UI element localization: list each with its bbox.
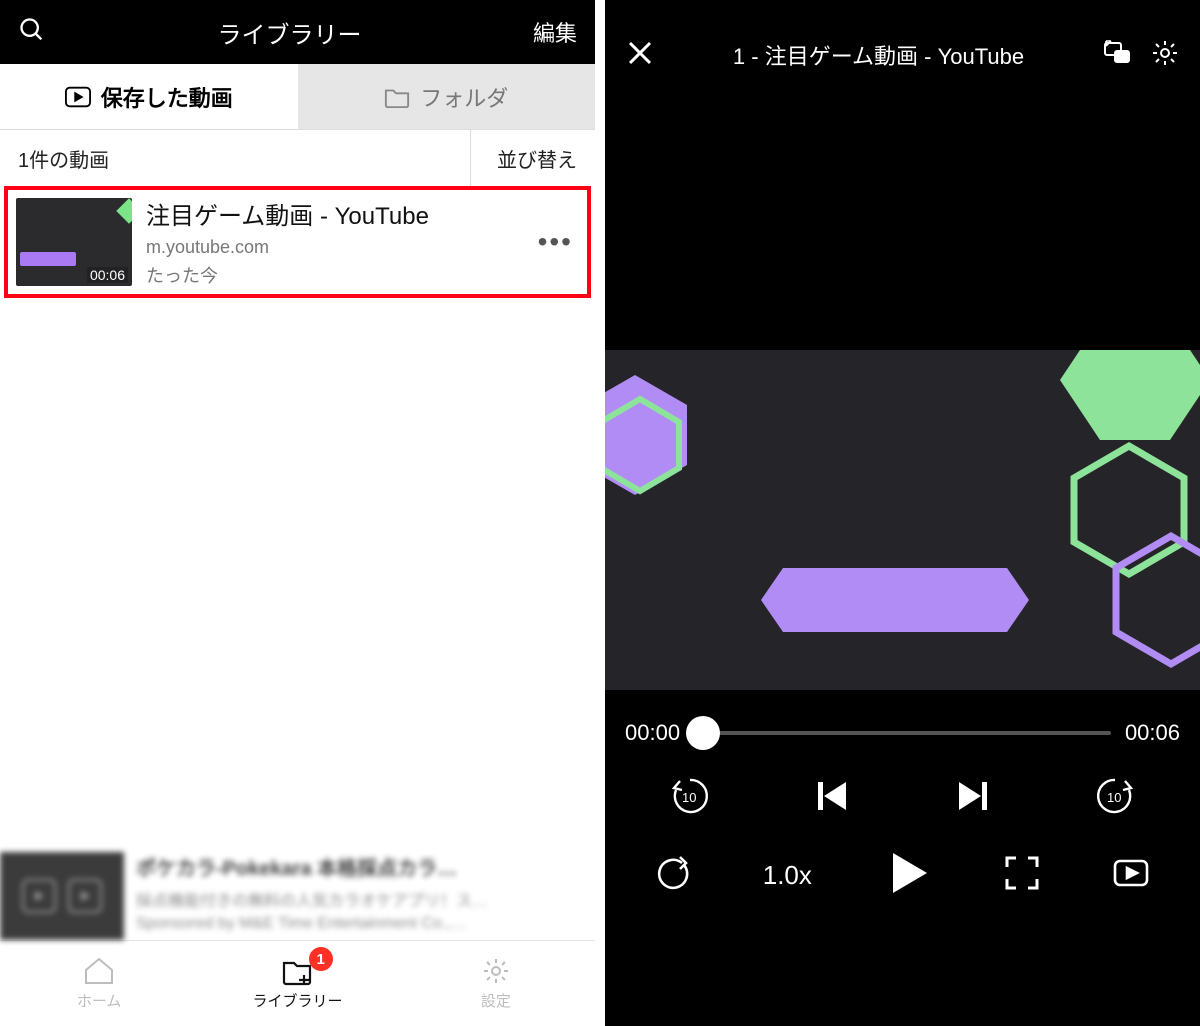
fullscreen-icon[interactable]	[1002, 853, 1042, 898]
library-pane: ライブラリー 編集 保存した動画 フォルダ 1件の動画 並び替え 00:06 注…	[0, 0, 595, 1026]
repeat-icon[interactable]	[654, 853, 694, 898]
page-title: ライブラリー	[217, 15, 361, 50]
ad-thumbnail	[0, 852, 124, 940]
seek-bar[interactable]	[694, 731, 1111, 735]
tab-saved-videos[interactable]: 保存した動画	[0, 64, 298, 129]
play-icon[interactable]	[881, 847, 933, 904]
forward-10-icon[interactable]: 10	[1093, 774, 1137, 823]
next-track-icon[interactable]	[951, 774, 995, 823]
ad-title: ポケカラ-Pokekara 本格採点カラ…	[136, 852, 585, 881]
ad-sponsor: Sponsored by M&E Time Entertainment Co.,…	[136, 915, 585, 933]
close-icon[interactable]	[625, 38, 655, 73]
tab-saved-label: 保存した動画	[101, 81, 233, 113]
search-icon[interactable]	[18, 16, 46, 49]
video-list-item[interactable]: 00:06 注目ゲーム動画 - YouTube m.youtube.com たっ…	[4, 186, 591, 298]
seek-knob[interactable]	[686, 716, 720, 750]
playback-speed[interactable]: 1.0x	[763, 860, 812, 891]
nav-library-label: ライブラリー	[252, 990, 342, 1011]
video-source: m.youtube.com	[146, 237, 518, 258]
video-duration: 00:06	[87, 267, 128, 283]
playlist-icon[interactable]	[1111, 853, 1151, 898]
player-title: 1 - 注目ゲーム動画 - YouTube	[733, 39, 1024, 71]
edit-button[interactable]: 編集	[533, 16, 577, 48]
prev-track-icon[interactable]	[810, 774, 854, 823]
rewind-10-icon[interactable]: 10	[668, 774, 712, 823]
nav-settings-label: 設定	[481, 990, 511, 1011]
ad-desc: 採点機能付きの無料の人気カラオケアプリ！ス…	[136, 887, 585, 911]
sort-button[interactable]: 並び替え	[470, 130, 577, 186]
player-pane: 1 - 注目ゲーム動画 - YouTube 00:00 00:06 10	[605, 0, 1200, 1026]
time-total: 00:06	[1125, 720, 1180, 746]
video-thumbnail: 00:06	[16, 198, 132, 286]
tab-folder-label: フォルダ	[420, 81, 508, 113]
nav-badge: 1	[309, 947, 333, 971]
nav-settings[interactable]: 設定	[397, 941, 595, 1026]
gear-icon[interactable]	[1150, 38, 1180, 73]
nav-home-label: ホーム	[77, 990, 122, 1011]
video-title: 注目ゲーム動画 - YouTube	[146, 196, 518, 231]
controls-secondary: 1.0x	[605, 841, 1200, 924]
bottom-nav: ホーム 1 ライブラリー 設定	[0, 940, 595, 1026]
tab-folder[interactable]: フォルダ	[298, 64, 596, 129]
video-count: 1件の動画	[18, 144, 109, 173]
video-timestamp: たった今	[146, 262, 518, 288]
progress-row: 00:00 00:06	[605, 690, 1200, 756]
more-icon[interactable]: •••	[532, 226, 579, 258]
video-meta: 注目ゲーム動画 - YouTube m.youtube.com たった今	[146, 196, 518, 288]
ad-banner[interactable]: ポケカラ-Pokekara 本格採点カラ… 採点機能付きの無料の人気カラオケアプ…	[0, 844, 595, 940]
player-header: 1 - 注目ゲーム動画 - YouTube	[605, 0, 1200, 110]
nav-library[interactable]: 1 ライブラリー	[198, 941, 396, 1026]
controls-primary: 10 10	[605, 756, 1200, 841]
library-header: ライブラリー 編集	[0, 0, 595, 64]
pip-icon[interactable]	[1102, 38, 1132, 73]
time-current: 00:00	[625, 720, 680, 746]
video-frame[interactable]	[605, 350, 1200, 690]
list-header: 1件の動画 並び替え	[0, 130, 595, 186]
svg-text:10: 10	[682, 790, 696, 805]
svg-text:10: 10	[1107, 790, 1121, 805]
nav-home[interactable]: ホーム	[0, 941, 198, 1026]
library-tabs: 保存した動画 フォルダ	[0, 64, 595, 130]
